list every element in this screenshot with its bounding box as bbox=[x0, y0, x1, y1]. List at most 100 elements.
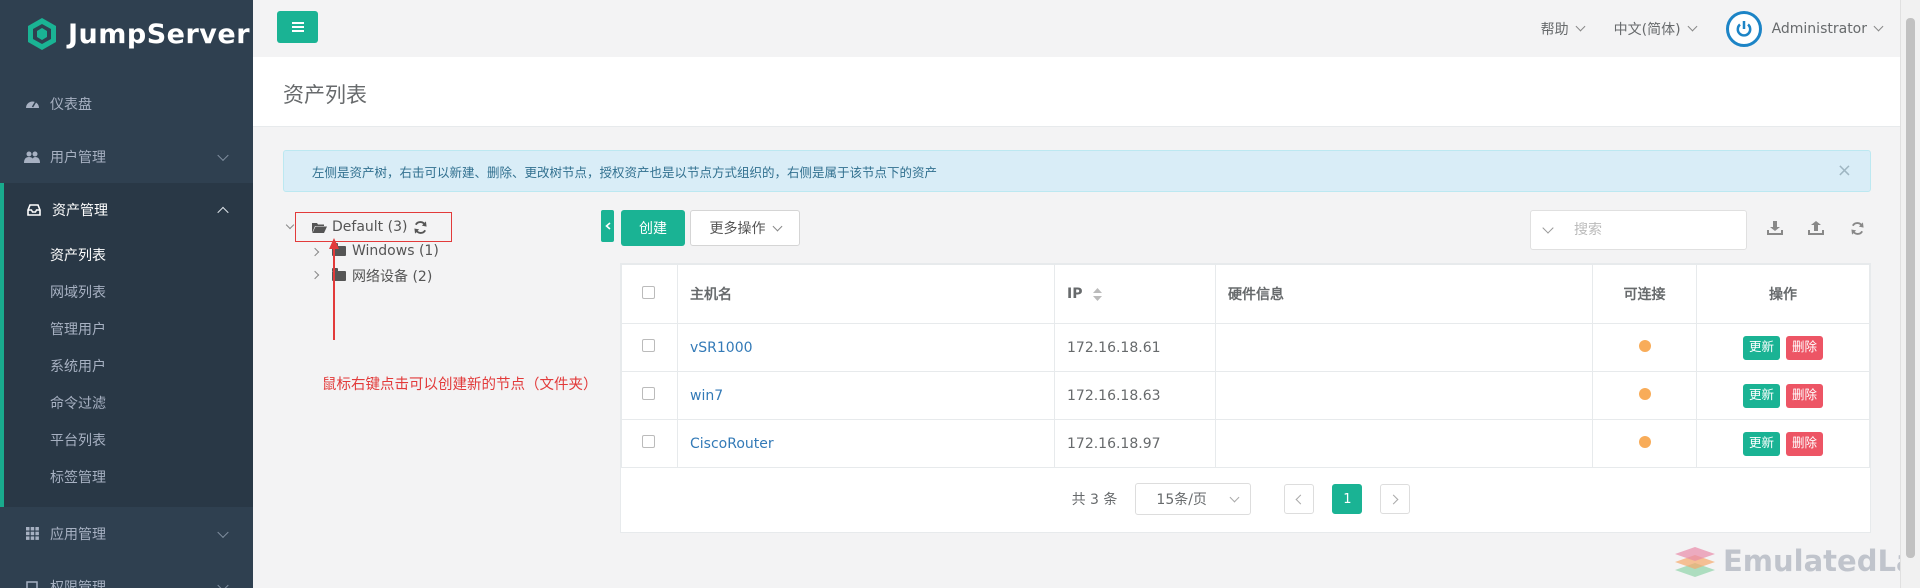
sidebar-nav: 仪表盘 用户管理 资产管理 资产列表 网域列表 管理用户 系统用户 命令过滤 平… bbox=[0, 77, 253, 588]
user-menu[interactable]: Administrator bbox=[1725, 10, 1884, 47]
tree-node-root[interactable]: Default (3) bbox=[295, 212, 452, 242]
top-right-menu: 帮助 中文(简体) Administrator bbox=[1511, 0, 1884, 57]
page-heading: 资产列表 bbox=[253, 57, 1900, 127]
prev-page-button[interactable] bbox=[1284, 484, 1315, 514]
language-menu[interactable]: 中文(简体) bbox=[1614, 19, 1698, 39]
top-navbar: 帮助 中文(简体) Administrator bbox=[253, 0, 1920, 57]
more-actions-button[interactable]: 更多操作 bbox=[690, 210, 800, 246]
header-hostname[interactable]: 主机名 bbox=[677, 264, 1055, 324]
sidebar-subitem-command-filter[interactable]: 命令过滤 bbox=[4, 384, 253, 421]
page-title: 资产列表 bbox=[283, 83, 367, 107]
header-ip[interactable]: IP bbox=[1054, 264, 1216, 324]
header-connectable: 可连接 bbox=[1592, 264, 1697, 324]
connectable-cell bbox=[1592, 323, 1697, 372]
delete-button[interactable]: 删除 bbox=[1786, 431, 1824, 456]
app-name: JumpServer bbox=[68, 18, 251, 50]
page-size-label: 15条/页 bbox=[1156, 492, 1207, 508]
tree-node-label: 网络设备 (2) bbox=[352, 269, 433, 285]
tree-node-windows[interactable]: Windows (1) bbox=[332, 243, 439, 259]
page-button-current[interactable]: 1 bbox=[1332, 484, 1363, 514]
scrollbar-thumb[interactable] bbox=[1906, 18, 1915, 558]
connectable-cell bbox=[1592, 419, 1697, 468]
update-button[interactable]: 更新 bbox=[1742, 383, 1780, 408]
help-label: 帮助 bbox=[1540, 21, 1569, 38]
ip-cell: 172.16.18.61 bbox=[1054, 323, 1216, 372]
sidebar-item-dashboard[interactable]: 仪表盘 bbox=[0, 77, 253, 130]
row-checkbox[interactable] bbox=[642, 435, 655, 448]
sidebar-item-applications[interactable]: 应用管理 bbox=[0, 507, 253, 560]
sidebar-item-users[interactable]: 用户管理 bbox=[0, 130, 253, 183]
row-checkbox[interactable] bbox=[642, 387, 655, 400]
next-page-button[interactable] bbox=[1380, 484, 1411, 514]
tree-collapse-button[interactable] bbox=[601, 210, 614, 242]
users-icon bbox=[24, 150, 40, 164]
delete-button[interactable]: 删除 bbox=[1786, 383, 1824, 408]
info-alert: 左侧是资产树，右击可以新建、删除、更改树节点，授权资产也是以节点方式组织的，右侧… bbox=[283, 150, 1871, 192]
sidebar-item-assets[interactable]: 资产管理 bbox=[4, 183, 253, 236]
chevron-right-icon[interactable] bbox=[310, 247, 320, 257]
connectable-cell bbox=[1592, 371, 1697, 420]
jumpserver-logo-icon bbox=[28, 18, 56, 50]
sidebar-item-label: 权限管理 bbox=[50, 579, 106, 588]
more-actions-label: 更多操作 bbox=[709, 221, 766, 237]
actions-cell: 更新 删除 bbox=[1696, 371, 1870, 420]
chevron-down-icon bbox=[1575, 21, 1586, 32]
hostname-link[interactable]: vSR1000 bbox=[690, 340, 753, 356]
sidebar-subitem-label-manage[interactable]: 标签管理 bbox=[4, 458, 253, 495]
sidebar-item-permissions[interactable]: 权限管理 bbox=[0, 560, 253, 588]
header-hardware: 硬件信息 bbox=[1215, 264, 1593, 324]
annotation-arrow bbox=[329, 238, 339, 340]
ip-cell: 172.16.18.63 bbox=[1054, 371, 1216, 420]
select-all-checkbox[interactable] bbox=[642, 285, 655, 299]
chevron-down-icon bbox=[772, 221, 782, 231]
help-menu[interactable]: 帮助 bbox=[1540, 19, 1586, 39]
dashboard-icon bbox=[24, 97, 40, 111]
actions-cell: 更新 删除 bbox=[1696, 419, 1870, 468]
status-dot bbox=[1638, 435, 1651, 448]
tree-node-label: Windows (1) bbox=[352, 243, 439, 259]
refresh-icon[interactable] bbox=[413, 220, 428, 235]
update-button[interactable]: 更新 bbox=[1742, 335, 1780, 360]
search-input[interactable] bbox=[1574, 222, 1724, 238]
hostname-link[interactable]: CiscoRouter bbox=[690, 436, 774, 452]
download-icon[interactable] bbox=[1766, 219, 1784, 237]
search-field-dropdown[interactable] bbox=[1542, 222, 1554, 234]
row-select-cell bbox=[621, 419, 678, 468]
upload-icon[interactable] bbox=[1807, 219, 1825, 237]
page-scrollbar[interactable] bbox=[1900, 0, 1920, 588]
sidebar-subitem-platform-list[interactable]: 平台列表 bbox=[4, 421, 253, 458]
refresh-icon[interactable] bbox=[1848, 219, 1866, 237]
asset-table: 主机名 IP 硬件信息 可连接 操作 vSR1000 172.16.18.61 … bbox=[621, 264, 1870, 468]
chevron-down-icon bbox=[1687, 21, 1698, 32]
select-all-cell bbox=[621, 264, 678, 324]
hardware-cell bbox=[1215, 323, 1593, 372]
delete-button[interactable]: 删除 bbox=[1786, 335, 1824, 360]
sidebar-group-assets: 资产管理 资产列表 网域列表 管理用户 系统用户 命令过滤 平台列表 标签管理 bbox=[0, 183, 253, 507]
hostname-cell: CiscoRouter bbox=[677, 419, 1055, 468]
username: Administrator bbox=[1771, 20, 1867, 37]
header-actions: 操作 bbox=[1696, 264, 1870, 324]
chevron-down-icon bbox=[217, 579, 229, 588]
tree-node-network-devices[interactable]: 网络设备 (2) bbox=[332, 266, 432, 286]
hostname-link[interactable]: win7 bbox=[690, 388, 723, 404]
row-checkbox[interactable] bbox=[642, 339, 655, 352]
update-button[interactable]: 更新 bbox=[1742, 431, 1780, 456]
watermark: EmulatedLab bbox=[1673, 543, 1920, 579]
create-button[interactable]: 创建 bbox=[621, 210, 685, 246]
row-select-cell bbox=[621, 323, 678, 372]
sidebar-subitem-system-user[interactable]: 系统用户 bbox=[4, 347, 253, 384]
sidebar-subitem-admin-user[interactable]: 管理用户 bbox=[4, 310, 253, 347]
chevron-down-icon[interactable] bbox=[285, 220, 295, 230]
chevron-down-icon bbox=[217, 149, 229, 161]
hostname-cell: win7 bbox=[677, 371, 1055, 420]
table-row: win7 172.16.18.63 更新 删除 bbox=[621, 371, 1870, 420]
sidebar-subitem-domain-list[interactable]: 网域列表 bbox=[4, 273, 253, 310]
alert-text: 左侧是资产树，右击可以新建、删除、更改树节点，授权资产也是以节点方式组织的，右侧… bbox=[312, 164, 938, 180]
chevron-right-icon[interactable] bbox=[310, 270, 320, 280]
logo[interactable]: JumpServer bbox=[0, 0, 253, 68]
page-size-select[interactable]: 15条/页 bbox=[1135, 483, 1252, 515]
menu-toggle-button[interactable] bbox=[277, 11, 318, 43]
close-icon[interactable]: × bbox=[1837, 160, 1852, 181]
sidebar-subitem-asset-list[interactable]: 资产列表 bbox=[4, 236, 253, 273]
chevron-left-icon bbox=[604, 222, 611, 230]
